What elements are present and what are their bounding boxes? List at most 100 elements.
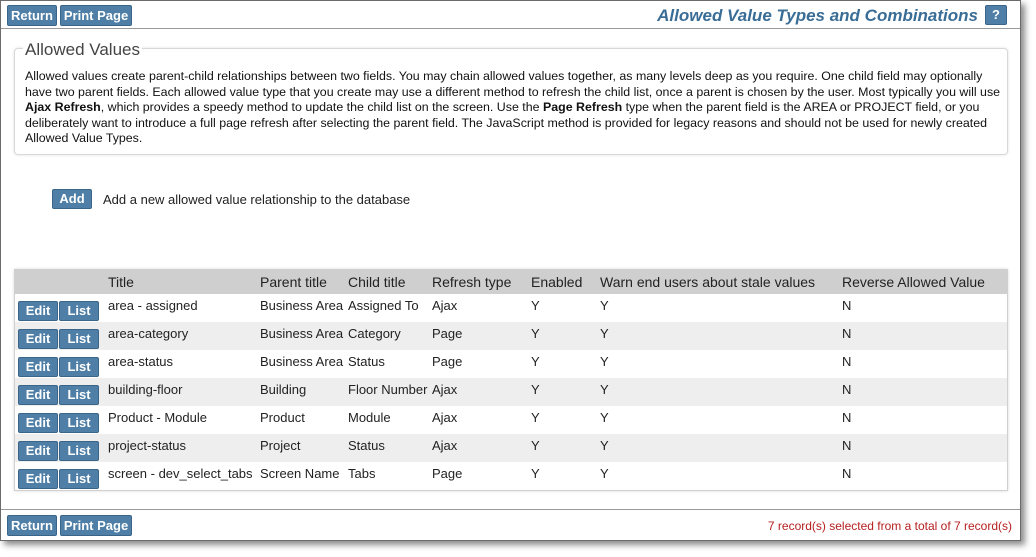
cell-parent: Business Area (260, 326, 344, 341)
cell-refresh: Page (432, 466, 463, 481)
cell-enabled: Y (531, 298, 540, 313)
list-button[interactable]: List (59, 412, 99, 433)
cell-parent: Building (260, 382, 307, 397)
cell-reverse: N (842, 382, 852, 397)
cell-reverse: N (842, 410, 852, 425)
cell-title: area-category (108, 326, 189, 341)
edit-button[interactable]: Edit (18, 440, 58, 461)
print-page-button[interactable]: Print Page (59, 5, 133, 26)
cell-enabled: Y (531, 438, 540, 453)
table-row: Edit List screen - dev_select_tabs Screen… (15, 462, 1007, 490)
cell-child: Status (348, 438, 385, 453)
header-actions (15, 270, 106, 294)
help-icon[interactable]: ? (985, 5, 1007, 25)
row-actions: Edit List (15, 350, 106, 378)
record-count: 7 record(s) selected from a total of 7 r… (767, 519, 1012, 533)
cell-warn: Y (600, 382, 609, 397)
print-page-button-bottom[interactable]: Print Page (59, 515, 133, 536)
cell-child: Module (348, 410, 391, 425)
cell-enabled: Y (531, 354, 540, 369)
edit-button[interactable]: Edit (18, 356, 58, 377)
description-text-2: , which provides a speedy method to upda… (100, 100, 543, 114)
table-header-row: Title Parent title Child title Refresh t… (15, 270, 1007, 294)
cell-refresh: Ajax (432, 438, 458, 453)
row-actions: Edit List (15, 322, 106, 350)
list-button[interactable]: List (59, 328, 99, 349)
cell-parent: Business Area (260, 298, 344, 313)
section-description: Allowed values create parent-child relat… (25, 69, 1001, 147)
cell-warn: Y (600, 410, 609, 425)
bottom-toolbar: Return Print Page (7, 515, 133, 536)
table-row: Edit List area - assigned Business Area A… (15, 294, 1007, 322)
cell-child: Category (348, 326, 401, 341)
table-row: Edit List project-status Project Status A… (15, 434, 1007, 462)
cell-refresh: Ajax (432, 410, 458, 425)
list-button[interactable]: List (59, 300, 99, 321)
top-divider (1, 28, 1020, 29)
row-actions: Edit List (15, 294, 106, 322)
row-actions: Edit List (15, 378, 106, 406)
cell-warn: Y (600, 326, 609, 341)
table-row: Edit List building-floor Building Floor N… (15, 378, 1007, 406)
header-parent-title[interactable]: Parent title (258, 270, 346, 294)
row-actions: Edit List (15, 462, 106, 490)
cell-warn: Y (600, 298, 609, 313)
return-button[interactable]: Return (7, 5, 57, 26)
table-row: Edit List Product - Module Product Module… (15, 406, 1007, 434)
cell-reverse: N (842, 466, 852, 481)
description-bold-ajax: Ajax Refresh (25, 100, 101, 114)
cell-parent: Product (260, 410, 305, 425)
description-bold-page: Page Refresh (542, 100, 623, 114)
header-enabled[interactable]: Enabled (529, 270, 598, 294)
cell-reverse: N (842, 326, 852, 341)
top-toolbar: Return Print Page (7, 5, 133, 26)
cell-reverse: N (842, 438, 852, 453)
list-button[interactable]: List (59, 468, 99, 489)
edit-button[interactable]: Edit (18, 468, 58, 489)
cell-title: area - assigned (108, 298, 198, 313)
cell-title: Product - Module (108, 410, 207, 425)
section-legend: Allowed Values (23, 40, 142, 60)
list-button[interactable]: List (59, 356, 99, 377)
header-child-title[interactable]: Child title (346, 270, 430, 294)
cell-reverse: N (842, 298, 852, 313)
edit-button[interactable]: Edit (18, 412, 58, 433)
cell-title: project-status (108, 438, 187, 453)
edit-button[interactable]: Edit (18, 300, 58, 321)
row-actions: Edit List (15, 406, 106, 434)
edit-button[interactable]: Edit (18, 328, 58, 349)
header-reverse-allowed[interactable]: Reverse Allowed Value (840, 270, 1007, 294)
cell-title: screen - dev_select_tabs (108, 466, 253, 481)
header-refresh-type[interactable]: Refresh type (430, 270, 529, 294)
app-window: Return Print Page Allowed Value Types an… (0, 0, 1021, 541)
return-button-bottom[interactable]: Return (7, 515, 57, 536)
cell-parent: Business Area (260, 354, 344, 369)
header-warn-stale[interactable]: Warn end users about stale values (598, 270, 840, 294)
cell-refresh: Page (432, 354, 463, 369)
cell-warn: Y (600, 354, 609, 369)
allowed-values-table: Title Parent title Child title Refresh t… (14, 269, 1008, 491)
add-button[interactable]: Add (52, 189, 92, 209)
cell-enabled: Y (531, 382, 540, 397)
cell-enabled: Y (531, 326, 540, 341)
cell-refresh: Page (432, 326, 463, 341)
cell-warn: Y (600, 438, 609, 453)
bottom-divider (1, 509, 1020, 510)
add-row: Add Add a new allowed value relationship… (52, 189, 410, 209)
table-row: Edit List area-status Business Area Statu… (15, 350, 1007, 378)
row-actions: Edit List (15, 434, 106, 462)
cell-enabled: Y (531, 466, 540, 481)
cell-reverse: N (842, 354, 852, 369)
header-title[interactable]: Title (106, 270, 258, 294)
cell-parent: Screen Name (260, 466, 340, 481)
add-description: Add a new allowed value relationship to … (103, 191, 411, 207)
cell-enabled: Y (531, 410, 540, 425)
cell-child: Floor Number (348, 382, 428, 397)
cell-refresh: Ajax (432, 382, 458, 397)
page-title: Allowed Value Types and Combinations (657, 6, 978, 25)
cell-child: Tabs (348, 466, 376, 481)
edit-button[interactable]: Edit (18, 384, 58, 405)
list-button[interactable]: List (59, 440, 99, 461)
cell-parent: Project (260, 438, 301, 453)
list-button[interactable]: List (59, 384, 99, 405)
